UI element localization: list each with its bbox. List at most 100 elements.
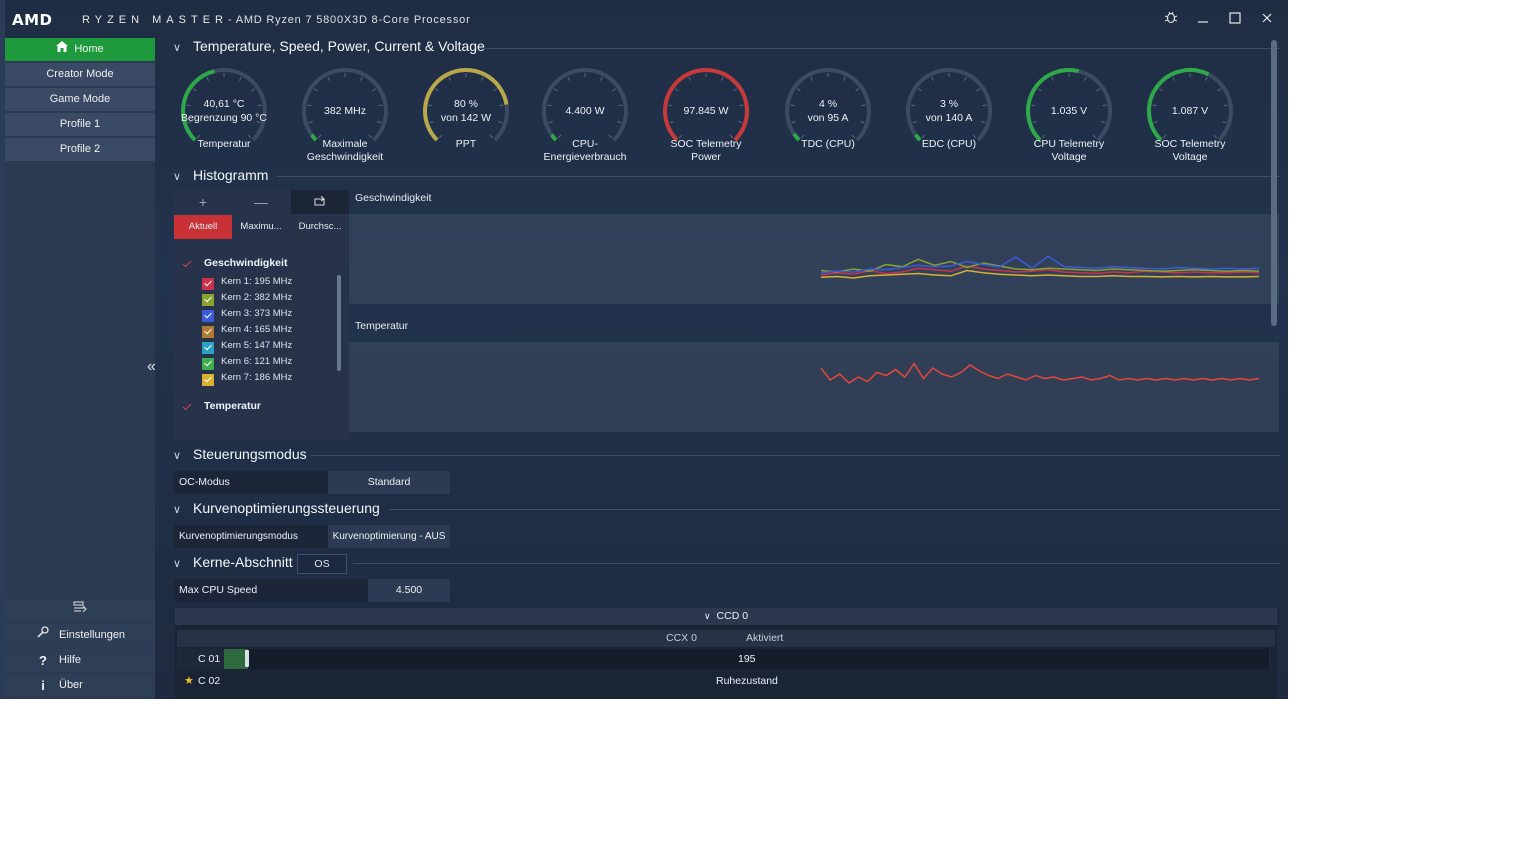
gauge-tick	[493, 88, 498, 92]
section-title: Histogramm	[193, 167, 269, 183]
ccd-header[interactable]: ∨ CCD 0	[175, 608, 1277, 625]
tab-current[interactable]: Aktuell	[174, 215, 232, 239]
gauge-label: Temperatur	[197, 138, 251, 150]
speed-chart-title: Geschwindigkeit	[355, 192, 432, 204]
core-list-scrollbar[interactable]	[337, 275, 341, 371]
section-divider	[353, 563, 1280, 564]
section-title: Kurvenoptimierungssteuerung	[193, 500, 380, 516]
section-divider	[389, 509, 1280, 510]
add-series-button[interactable]: +	[174, 190, 232, 214]
gauge-tick	[480, 76, 484, 81]
bug-icon[interactable]	[1160, 9, 1182, 29]
core-checkbox[interactable]	[202, 278, 214, 290]
gauge-value: 4.400 W	[565, 105, 605, 117]
chevron-down-icon: ∨	[173, 504, 182, 516]
gauge-tick	[612, 88, 617, 92]
speed-chart-svg	[820, 255, 1260, 279]
reset-icon	[314, 194, 326, 210]
gauge-tick	[327, 76, 331, 81]
category-checkbox-temperature[interactable]	[182, 402, 192, 412]
main-scrollbar-thumb[interactable]	[1271, 40, 1277, 326]
gauge-tick	[548, 121, 553, 124]
chevron-down-icon: ∨	[173, 42, 182, 54]
core-checkbox[interactable]	[202, 358, 214, 370]
remove-series-button[interactable]: —	[232, 190, 290, 214]
ccx-status: Aktiviert	[746, 632, 784, 644]
plus-icon: +	[198, 194, 208, 210]
gauge-tick	[976, 88, 981, 92]
core-name: C 02	[198, 675, 221, 687]
gauge-ppt: 80 % von 142 W PPT	[411, 62, 521, 172]
gauge-edc: 3 % von 140 A EDC (CPU)	[894, 62, 1004, 172]
gauge-tick	[917, 88, 922, 92]
gauge-subvalue: von 95 A	[807, 112, 849, 124]
gauge-tick	[313, 88, 318, 92]
collapse-sidebar-icon[interactable]: «	[147, 358, 156, 376]
temperature-chart	[349, 342, 1279, 432]
close-icon[interactable]	[1256, 9, 1278, 29]
category-checkbox-speed[interactable]	[182, 259, 192, 269]
sidebar-item-profile-1[interactable]: Profile 1	[5, 113, 155, 136]
home-icon	[56, 38, 69, 61]
section-divider	[277, 176, 1280, 177]
core-label: Kern 3: 373 MHz	[221, 308, 293, 319]
info-icon: i	[41, 678, 45, 693]
gauge-tick	[1172, 76, 1176, 81]
core-checkbox[interactable]	[202, 294, 214, 306]
maximize-icon[interactable]	[1224, 9, 1246, 29]
gauge-temperature: 40,61 °C Begrenzung 90 °C Temperatur	[169, 62, 279, 172]
oc-mode-label: OC-Modus	[174, 471, 329, 494]
gauge-tick	[1096, 88, 1101, 92]
ccd-panel: ∨ CCD 0 CCX 0 Aktiviert C 01 195 ★ C 02 R…	[175, 608, 1277, 699]
help-icon: ?	[39, 653, 47, 668]
sidebar-item-profile-2[interactable]: Profile 2	[5, 138, 155, 161]
chevron-down-icon: ∨	[173, 450, 182, 462]
section-header-histogram[interactable]: ∨ Histogramm	[173, 167, 268, 187]
ccx-header: CCX 0 Aktiviert	[177, 630, 1275, 647]
temperature-chart-title: Temperatur	[355, 320, 409, 332]
section-header-gauges[interactable]: ∨ Temperature, Speed, Power, Current & Vo…	[173, 38, 485, 58]
star-icon: ★	[184, 675, 194, 687]
ccx-title: CCX 0	[666, 632, 697, 644]
section-header-cores[interactable]: ∨ Kerne-Abschnitt	[173, 554, 293, 574]
oc-mode-value[interactable]: Standard	[328, 471, 450, 494]
curve-mode-value[interactable]: Kurvenoptimierung - AUS	[328, 525, 450, 548]
sidebar-item-help[interactable]: ? Hilfe	[5, 649, 155, 672]
sidebar-item-creator-mode[interactable]: Creator Mode	[5, 63, 155, 86]
gauge-tick	[1153, 121, 1158, 124]
gauge-label: CPU-Energieverbrauch	[543, 138, 627, 163]
gauge-tick	[1217, 88, 1222, 92]
core-value: Ruhezustand	[716, 675, 778, 687]
core-label: Kern 4: 165 MHz	[221, 324, 293, 335]
section-header-control-mode[interactable]: ∨ Steuerungsmodus	[173, 446, 307, 466]
tab-average[interactable]: Durchsc...	[291, 215, 349, 239]
gauge-soc-voltage: 1.087 V SOC Telemetry Voltage	[1135, 62, 1245, 172]
sidebar-item-about[interactable]: i Über	[5, 674, 155, 697]
sidebar-item-label: Profile 1	[59, 118, 101, 130]
core-checkbox[interactable]	[202, 374, 214, 386]
os-button[interactable]: OS	[297, 554, 347, 574]
tab-maximum[interactable]: Maximu...	[232, 215, 290, 239]
section-header-curve-optimizer[interactable]: ∨ Kurvenoptimierungssteuerung	[173, 500, 380, 520]
title-bar: AMD RYZEN MASTER - AMD Ryzen 7 5800X3D 8…	[0, 0, 1288, 38]
sidebar-item-home[interactable]: Home	[5, 38, 155, 61]
core-slider-handle[interactable]	[245, 650, 249, 667]
compare-button[interactable]	[5, 599, 155, 622]
gauge-tick	[738, 121, 743, 124]
compare-icon	[73, 601, 87, 616]
core-checkbox[interactable]	[202, 310, 214, 322]
gauge-value: 382 MHz	[323, 105, 366, 117]
gauge-subvalue: von 140 A	[925, 112, 973, 124]
sidebar-item-settings[interactable]: Einstellungen	[5, 624, 155, 647]
minimize-icon[interactable]	[1192, 9, 1214, 29]
sidebar-item-label: Creator Mode	[46, 68, 114, 80]
gauge-value: 1.035 V	[1050, 105, 1088, 117]
core-checkbox[interactable]	[202, 326, 214, 338]
core-label: Kern 2: 382 MHz	[221, 292, 293, 303]
max-cpu-speed-value[interactable]: 4.500	[368, 579, 450, 602]
sidebar-item-label: Hilfe	[59, 654, 82, 666]
sidebar-item-game-mode[interactable]: Game Mode	[5, 88, 155, 111]
gauge-subvalue: Begrenzung 90 °C	[181, 112, 267, 124]
reset-button[interactable]	[291, 190, 349, 214]
core-checkbox[interactable]	[202, 342, 214, 354]
